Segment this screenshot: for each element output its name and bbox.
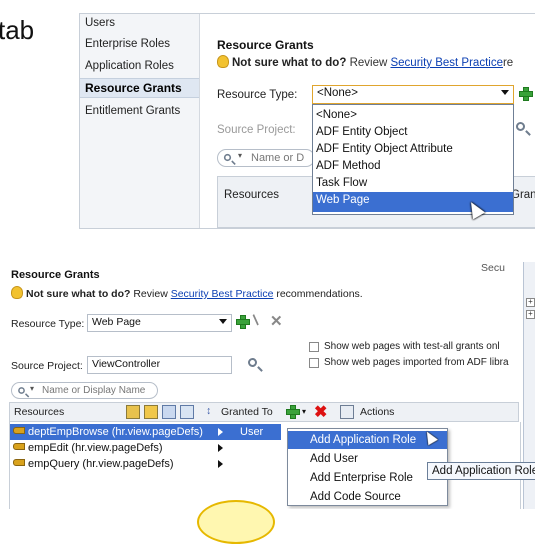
key-icon	[13, 459, 25, 466]
chevron-down-icon[interactable]: ▾	[302, 407, 306, 416]
row-resource-name: deptEmpBrowse (hr.view.pageDefs)	[28, 426, 203, 438]
sidebar-item-application-roles[interactable]: Application Roles	[85, 60, 174, 72]
checkbox-imported[interactable]	[309, 358, 319, 368]
actions-icon[interactable]	[340, 405, 354, 419]
expand-icon[interactable]: +	[526, 310, 535, 319]
row-granted-value: User	[240, 426, 264, 438]
delete-icon[interactable]: ✕	[270, 312, 283, 330]
resource-type-value: Web Page	[92, 316, 141, 328]
top-screenshot: Users Enterprise Roles Application Roles…	[79, 13, 535, 229]
option-adf-entity-object[interactable]: ADF Entity Object	[313, 124, 513, 141]
sidebar-item-enterprise-roles[interactable]: Enterprise Roles	[85, 38, 170, 50]
tip-suffix: re	[502, 57, 514, 69]
search-input[interactable]: ▾ Name or Display Name	[11, 382, 158, 399]
bottom-screenshot: Resource Grants Secu + + Not sure what t…	[0, 262, 535, 509]
sidebar-item-entitlement-grants[interactable]: Entitlement Grants	[85, 105, 180, 117]
add-icon[interactable]	[236, 315, 250, 329]
chevron-right-icon[interactable]	[218, 460, 223, 468]
key-icon	[13, 443, 25, 450]
tip-question: Not sure what to do?	[232, 57, 347, 69]
slide-text: tab	[0, 15, 35, 45]
sidebar-item-resource-grants[interactable]: Resource Grants	[80, 78, 199, 98]
option-task-flow[interactable]: Task Flow	[313, 175, 513, 192]
key-icon[interactable]	[144, 405, 158, 419]
security-best-practice-link[interactable]: Security Best Practice	[171, 288, 274, 300]
source-project-label: Source Project:	[11, 360, 83, 372]
chevron-down-icon	[501, 90, 509, 95]
table-toolbar: Resources ↕ Granted To ▾ ✖ Actions	[9, 402, 519, 422]
table-row[interactable]: empQuery (hr.view.pageDefs)	[10, 456, 220, 472]
resource-type-label: Resource Type:	[217, 89, 298, 101]
key-icon	[13, 427, 25, 434]
add-icon[interactable]	[519, 87, 533, 101]
security-best-practice-link[interactable]: Security Best Practice	[390, 57, 502, 69]
page-title: Resource Grants	[11, 269, 100, 281]
resource-type-value: <None>	[317, 87, 358, 99]
menu-item-add-enterprise-role[interactable]: Add Enterprise Role	[288, 469, 447, 487]
chevron-right-icon[interactable]	[218, 428, 223, 436]
lightbulb-icon	[217, 55, 229, 68]
search-icon[interactable]	[248, 358, 257, 367]
search-icon	[223, 153, 232, 162]
lock-icon[interactable]	[126, 405, 140, 419]
row-resource-name: empQuery (hr.view.pageDefs)	[28, 458, 174, 470]
right-panel-label: Secu	[481, 262, 505, 274]
table-row[interactable]: empEdit (hr.view.pageDefs)	[10, 440, 220, 456]
sidebar-item-users[interactable]: Users	[85, 17, 115, 29]
resource-type-label: Resource Type:	[11, 318, 85, 330]
checkbox-test-all[interactable]	[309, 342, 319, 352]
menu-item-add-user[interactable]: Add User	[288, 450, 447, 468]
tip-review: Review	[349, 57, 388, 69]
sort-icon[interactable]: ↕	[206, 405, 211, 417]
tip-suffix: recommendations.	[276, 288, 363, 300]
expand-icon[interactable]: +	[526, 298, 535, 307]
sidebar: Users Enterprise Roles Application Roles…	[80, 14, 200, 228]
actions-label: Actions	[360, 406, 395, 418]
lightbulb-icon	[11, 286, 23, 299]
resources-column-header[interactable]: Resources	[224, 189, 279, 201]
option-none[interactable]: <None>	[313, 107, 513, 124]
option-adf-method[interactable]: ADF Method	[313, 158, 513, 175]
add-grant-menu[interactable]: Add Application Role Add User Add Enterp…	[287, 428, 448, 506]
page-icon[interactable]	[162, 405, 176, 419]
callout-oval	[197, 500, 275, 544]
checkbox-test-all-label: Show web pages with test-all grants onl	[324, 341, 500, 352]
tip-line: Not sure what to do? Review Security Bes…	[217, 55, 513, 69]
tip-review: Review	[133, 288, 168, 300]
page-title: Resource Grants	[217, 38, 314, 52]
tip-line: Not sure what to do? Review Security Bes…	[11, 286, 363, 300]
chevron-right-icon[interactable]	[218, 444, 223, 452]
search-placeholder: Name or Display Name	[42, 385, 146, 396]
resource-type-select[interactable]: Web Page	[87, 314, 232, 332]
source-project-field[interactable]: ViewController	[87, 356, 232, 374]
search-icon	[18, 387, 25, 394]
granted-column-header[interactable]: Gran	[511, 189, 535, 201]
filter-icon[interactable]	[180, 405, 194, 419]
granted-to-label: Granted To	[221, 406, 273, 418]
resources-column-header[interactable]: Resources	[14, 406, 64, 418]
resource-type-select[interactable]: <None>	[312, 85, 514, 104]
search-icon[interactable]	[516, 122, 525, 131]
search-placeholder: Name or D	[251, 152, 305, 164]
checkbox-imported-label: Show web pages imported from ADF libra	[324, 357, 509, 368]
source-project-value: ViewController	[92, 358, 161, 370]
menu-item-add-code-source[interactable]: Add Code Source	[288, 488, 447, 506]
add-grant-icon[interactable]	[286, 405, 300, 419]
option-adf-entity-object-attribute[interactable]: ADF Entity Object Attribute	[313, 141, 513, 158]
row-resource-name: empEdit (hr.view.pageDefs)	[28, 442, 163, 454]
chevron-down-icon	[219, 319, 227, 324]
remove-icon[interactable]: ✖	[314, 402, 327, 422]
edit-icon[interactable]: /	[250, 312, 263, 328]
search-input[interactable]: ▾ Name or D	[217, 149, 315, 167]
tip-question: Not sure what to do?	[26, 288, 131, 300]
resource-type-dropdown[interactable]: <None> ADF Entity Object ADF Entity Obje…	[312, 104, 514, 215]
tooltip: Add Application Role	[427, 462, 535, 480]
source-project-label: Source Project:	[217, 124, 296, 136]
